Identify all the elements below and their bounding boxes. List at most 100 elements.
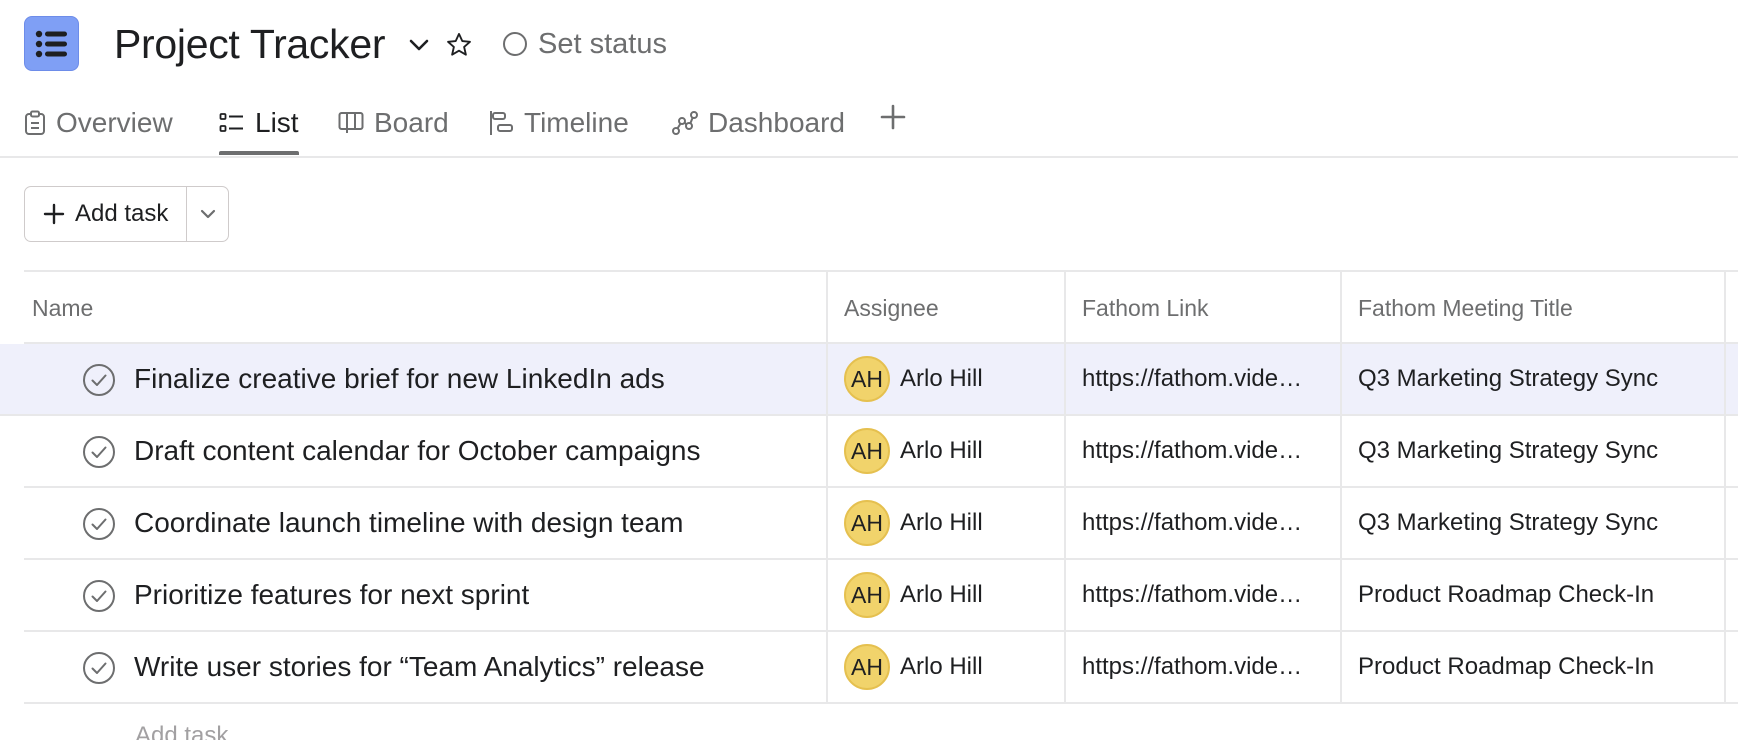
tab-label: Timeline — [524, 107, 629, 138]
tab-dashboard[interactable]: Dashboard — [672, 98, 845, 148]
column-divider — [1340, 632, 1342, 702]
column-divider — [826, 344, 828, 414]
column-divider — [1064, 416, 1066, 486]
fathom-link[interactable]: https://fathom.vide… — [1082, 416, 1322, 486]
column-divider — [1724, 416, 1726, 486]
assignee-cell[interactable]: AH Arlo Hill — [844, 632, 983, 702]
assignee-cell[interactable]: AH Arlo Hill — [844, 560, 983, 630]
add-tab-button[interactable] — [876, 100, 910, 134]
column-divider — [1724, 488, 1726, 558]
set-status-label: Set status — [538, 27, 667, 60]
assignee-cell[interactable]: AH Arlo Hill — [844, 344, 983, 414]
add-task-button[interactable]: Add task — [25, 187, 188, 241]
column-divider — [826, 416, 828, 486]
fathom-meeting-title[interactable]: Q3 Marketing Strategy Sync — [1358, 488, 1658, 558]
fathom-meeting-title[interactable]: Q3 Marketing Strategy Sync — [1358, 416, 1658, 486]
project-icon[interactable] — [24, 16, 79, 71]
column-header-name[interactable]: Name — [32, 272, 93, 344]
check-circle-icon[interactable] — [82, 363, 116, 397]
fathom-link[interactable]: https://fathom.vide… — [1082, 488, 1322, 558]
table-row[interactable]: Draft content calendar for October campa… — [24, 416, 1738, 488]
chevron-down-icon — [200, 209, 215, 219]
avatar: AH — [844, 500, 890, 546]
avatar: AH — [844, 644, 890, 690]
check-circle-icon[interactable] — [82, 435, 116, 469]
column-divider — [826, 560, 828, 630]
column-header-assignee[interactable]: Assignee — [844, 272, 939, 344]
table-header: Name Assignee Fathom Link Fathom Meeting… — [24, 270, 1738, 344]
table-row[interactable]: Finalize creative brief for new LinkedIn… — [0, 344, 1738, 416]
clipboard-icon — [25, 110, 45, 135]
add-task-label: Add task — [75, 200, 169, 227]
timeline-icon — [490, 111, 513, 135]
check-circle-icon[interactable] — [82, 579, 116, 613]
assignee-name: Arlo Hill — [900, 653, 983, 680]
column-divider — [1724, 272, 1726, 344]
board-icon — [338, 112, 364, 133]
add-task-inline-button[interactable]: Add task — [135, 722, 228, 740]
task-name[interactable]: Prioritize features for next sprint — [134, 560, 529, 630]
table-row[interactable]: Coordinate launch timeline with design t… — [24, 488, 1738, 560]
column-divider — [826, 632, 828, 702]
check-circle-icon[interactable] — [82, 507, 116, 541]
check-circle-icon[interactable] — [82, 651, 116, 685]
column-header-fathom-link[interactable]: Fathom Link — [1082, 272, 1209, 344]
tab-board[interactable]: Board — [338, 98, 449, 148]
tab-label: Board — [374, 107, 449, 138]
set-status-button[interactable]: Set status — [502, 26, 667, 62]
avatar: AH — [844, 356, 890, 402]
assignee-cell[interactable]: AH Arlo Hill — [844, 416, 983, 486]
plus-icon — [43, 203, 65, 225]
task-name[interactable]: Draft content calendar for October campa… — [134, 416, 701, 486]
list-icon — [35, 30, 67, 57]
avatar: AH — [844, 428, 890, 474]
view-tabs: Overview List Board Timeline Dashboard — [0, 88, 1738, 158]
chevron-down-icon[interactable] — [404, 30, 434, 60]
tab-list[interactable]: List — [219, 98, 299, 148]
status-circle-icon — [503, 32, 527, 56]
assignee-cell[interactable]: AH Arlo Hill — [844, 488, 983, 558]
task-name[interactable]: Coordinate launch timeline with design t… — [134, 488, 683, 558]
add-task-dropdown-button[interactable] — [187, 187, 228, 241]
fathom-link[interactable]: https://fathom.vide… — [1082, 632, 1322, 702]
assignee-name: Arlo Hill — [900, 437, 983, 464]
column-divider — [826, 488, 828, 558]
table-row[interactable]: Prioritize features for next sprint AH Arl… — [24, 560, 1738, 632]
column-divider — [1064, 488, 1066, 558]
column-divider — [1064, 632, 1066, 702]
tab-timeline[interactable]: Timeline — [488, 98, 629, 148]
plus-icon — [880, 104, 906, 130]
task-name[interactable]: Write user stories for “Team Analytics” … — [134, 632, 705, 702]
star-icon[interactable] — [442, 28, 476, 62]
avatar: AH — [844, 572, 890, 618]
assignee-name: Arlo Hill — [900, 365, 983, 392]
column-divider — [1724, 632, 1726, 702]
table-row[interactable]: Write user stories for “Team Analytics” … — [24, 632, 1738, 704]
fathom-link[interactable]: https://fathom.vide… — [1082, 560, 1322, 630]
task-table: Name Assignee Fathom Link Fathom Meeting… — [0, 270, 1738, 704]
page-title[interactable]: Project Tracker — [114, 21, 386, 68]
column-divider — [1340, 416, 1342, 486]
tab-overview[interactable]: Overview — [24, 98, 173, 148]
fathom-meeting-title[interactable]: Product Roadmap Check-In — [1358, 560, 1654, 630]
active-tab-indicator — [219, 151, 299, 155]
column-divider — [1724, 560, 1726, 630]
column-divider — [1724, 344, 1726, 414]
fathom-link[interactable]: https://fathom.vide… — [1082, 344, 1322, 414]
task-name[interactable]: Finalize creative brief for new LinkedIn… — [134, 344, 665, 414]
column-divider — [1340, 272, 1342, 344]
assignee-name: Arlo Hill — [900, 509, 983, 536]
column-divider — [1064, 344, 1066, 414]
column-divider — [1340, 488, 1342, 558]
add-task-split-button: Add task — [24, 186, 230, 242]
tab-label: Dashboard — [708, 107, 845, 138]
column-divider — [826, 272, 828, 344]
assignee-name: Arlo Hill — [900, 581, 983, 608]
list-icon — [219, 113, 243, 132]
dashboard-icon — [672, 111, 698, 135]
column-header-fathom-meeting-title[interactable]: Fathom Meeting Title — [1358, 272, 1573, 344]
column-divider — [1064, 560, 1066, 630]
fathom-meeting-title[interactable]: Product Roadmap Check-In — [1358, 632, 1654, 702]
fathom-meeting-title[interactable]: Q3 Marketing Strategy Sync — [1358, 344, 1658, 414]
tab-label: Overview — [56, 107, 173, 138]
